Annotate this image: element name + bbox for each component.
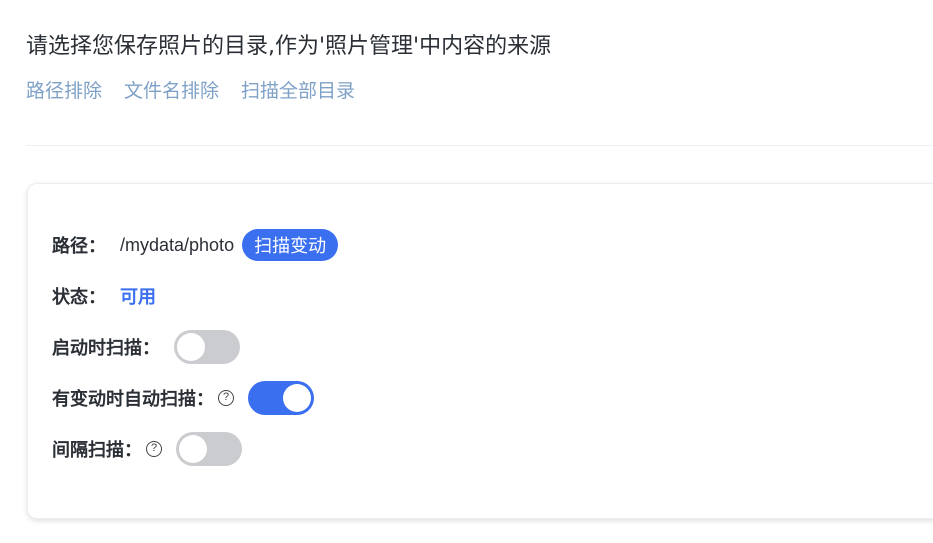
interval-scan-row: 间隔扫描 ： ?: [52, 431, 242, 467]
toggle-knob: [179, 435, 207, 463]
filename-exclusion-link[interactable]: 文件名排除: [124, 76, 219, 103]
path-label: 路径: [52, 236, 88, 257]
scan-all-directories-link[interactable]: 扫描全部目录: [241, 76, 355, 103]
path-value: /mydata/photo: [120, 234, 235, 255]
scan-on-start-colon: ：: [142, 338, 160, 359]
scan-on-start-label: 启动时扫描: [52, 338, 142, 359]
status-row: 状态 ： 可用: [52, 278, 156, 314]
auto-scan-toggle[interactable]: [248, 381, 314, 415]
interval-scan-toggle[interactable]: [176, 432, 242, 466]
path-row: 路径 ： /mydata/photo 扫描变动: [52, 227, 339, 263]
status-value: 可用: [120, 287, 156, 308]
auto-scan-colon: ：: [196, 389, 214, 410]
directory-card: 路径 ： /mydata/photo 扫描变动 状态 ： 可用 启动时扫描 ： …: [27, 183, 933, 519]
toggle-knob: [177, 333, 205, 361]
path-exclusion-link[interactable]: 路径排除: [26, 76, 102, 103]
question-circle-icon[interactable]: ?: [146, 441, 162, 457]
section-divider: [26, 145, 933, 146]
status-colon: ：: [88, 287, 106, 308]
scan-on-start-row: 启动时扫描 ：: [52, 329, 240, 365]
question-circle-icon[interactable]: ?: [218, 390, 234, 406]
path-colon: ：: [88, 236, 106, 257]
auto-scan-row: 有变动时自动扫描 ： ?: [52, 380, 314, 416]
header-links: 路径排除 文件名排除 扫描全部目录: [26, 74, 377, 104]
interval-scan-label: 间隔扫描: [52, 440, 124, 461]
scan-changes-button[interactable]: 扫描变动: [242, 229, 339, 261]
photo-source-settings-page: 请选择您保存照片的目录,作为'照片管理'中内容的来源 路径排除 文件名排除 扫描…: [0, 0, 933, 543]
toggle-knob: [283, 384, 311, 412]
status-label: 状态: [52, 287, 88, 308]
auto-scan-label: 有变动时自动扫描: [52, 389, 196, 410]
scan-on-start-toggle[interactable]: [174, 330, 240, 364]
interval-scan-colon: ：: [124, 440, 142, 461]
page-title: 请选择您保存照片的目录,作为'照片管理'中内容的来源: [26, 34, 552, 59]
